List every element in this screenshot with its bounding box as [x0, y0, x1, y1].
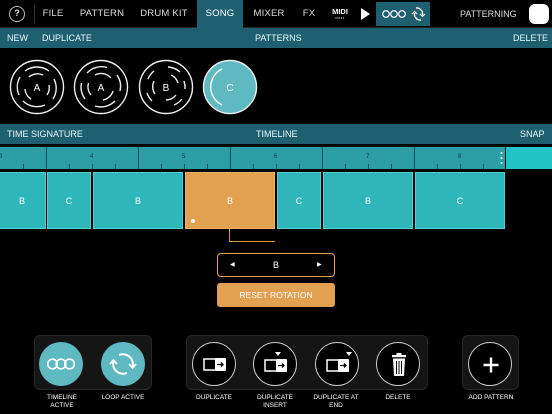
duplicate-at-end-icon	[326, 352, 352, 372]
pattern-label: C	[226, 83, 233, 94]
ruler-tick	[161, 164, 162, 169]
timeline-active-label: TIMELINE ACTIVE	[47, 394, 77, 409]
duplicate-pattern-button[interactable]: DUPLICATE	[42, 28, 92, 48]
timeline-block[interactable]: B	[93, 172, 183, 229]
duplicate-insert-icon	[264, 352, 287, 372]
ruler-tick	[92, 164, 93, 169]
ruler-tick	[184, 164, 185, 169]
add-pattern-label: ADD PATTERN	[468, 394, 514, 401]
ruler-number: 3	[0, 154, 3, 160]
duplicate-icon	[203, 358, 226, 371]
plus-icon	[483, 357, 499, 373]
timeline-block[interactable]: B	[323, 172, 413, 229]
patterns-bar: NEW DUPLICATE PATTERNS DELETE	[0, 28, 552, 48]
pattern-circle-b[interactable]: B	[138, 59, 194, 115]
rotation-marker	[191, 219, 195, 223]
ruler-tick	[276, 164, 277, 169]
timeline-block[interactable]: C	[47, 172, 91, 229]
tab-song[interactable]: SONG	[197, 0, 243, 28]
trash-icon	[392, 353, 406, 376]
new-button[interactable]: NEW	[7, 28, 28, 48]
pattern-circle-c[interactable]: C	[202, 59, 258, 115]
bar-line	[414, 147, 415, 169]
help-icon[interactable]: ?	[9, 6, 25, 22]
rotate-left-button[interactable]: ◀	[230, 254, 235, 276]
delete-label: DELETE	[385, 394, 411, 401]
time-signature-button[interactable]: TIME SIGNATURE	[7, 124, 83, 144]
timeline-icon	[46, 358, 76, 370]
block-label: B	[226, 196, 233, 206]
timeline-ruler[interactable]: 3 4 5 6 7 8	[0, 147, 505, 169]
timeline-block-selected[interactable]: B	[185, 172, 275, 229]
ruler-tick	[69, 164, 70, 169]
ruler-number: 6	[274, 154, 278, 160]
timeline-block[interactable]: B	[0, 172, 46, 229]
reset-rotation-button[interactable]: RESET ROTATION	[217, 283, 335, 307]
bar-line	[46, 147, 47, 169]
ruler-tick	[368, 164, 369, 169]
patterning-toggle[interactable]	[529, 4, 549, 24]
pattern-label: B	[163, 83, 170, 94]
bar-line	[138, 147, 139, 169]
rotation-selector: B ◀ ▶	[217, 253, 335, 277]
ruler-number: 8	[458, 154, 462, 160]
duplicate-insert-label: DUPLICATE INSERT	[257, 394, 293, 409]
duplicate-insert-button[interactable]	[253, 342, 297, 386]
duplicate-button[interactable]	[192, 342, 236, 386]
pattern-circle-a-2[interactable]: A	[73, 59, 129, 115]
patterns-title: PATTERNS	[255, 33, 302, 43]
ruler-tick	[115, 164, 116, 169]
ruler-tick	[460, 164, 461, 169]
loop-end-region[interactable]	[506, 147, 552, 169]
divider	[34, 5, 35, 23]
ruler-number: 7	[366, 154, 370, 160]
play-icon[interactable]	[361, 8, 370, 20]
pattern-label: A	[98, 83, 105, 94]
loop-icon	[109, 353, 137, 375]
delete-pattern-button[interactable]: DELETE	[513, 28, 548, 48]
timeline-bar: TIME SIGNATURE TIMELINE SNAP	[0, 124, 552, 144]
ruler-number: 4	[90, 154, 94, 160]
duplicate-at-end-button[interactable]	[315, 342, 359, 386]
rotation-connector	[229, 229, 275, 242]
pattern-label: A	[34, 83, 41, 94]
patterning-label: PATTERNING	[460, 9, 517, 19]
ruler-tick	[483, 164, 484, 169]
delete-button[interactable]	[376, 342, 420, 386]
loop-active-label: LOOP ACTIVE	[101, 394, 145, 401]
ruler-tick	[391, 164, 392, 169]
timeline-loop-mode-toggle[interactable]	[376, 2, 430, 26]
midi-sub-label: •••••	[335, 15, 345, 20]
ruler-tick	[437, 164, 438, 169]
timeline-title: TIMELINE	[256, 129, 298, 139]
duplicate-label: DUPLICATE	[196, 394, 232, 401]
duplicate-at-end-label: DUPLICATE AT END	[313, 394, 359, 409]
loop-end-handle-icon[interactable]	[500, 151, 503, 165]
snap-button[interactable]: SNAP	[520, 124, 545, 144]
rotate-right-button[interactable]: ▶	[317, 254, 322, 276]
ruler-tick	[23, 164, 24, 169]
timeline-block[interactable]: C	[277, 172, 321, 229]
ruler-tick	[253, 164, 254, 169]
add-pattern-button[interactable]	[468, 342, 512, 386]
loop-active-button[interactable]	[101, 342, 145, 386]
top-bar: ? FILE PATTERN DRUM KIT SONG MIXER FX MI…	[0, 0, 552, 28]
pattern-circle-a-1[interactable]: A	[9, 59, 65, 115]
ruler-tick	[345, 164, 346, 169]
timeline-block[interactable]: C	[415, 172, 505, 229]
tab-pattern[interactable]: PATTERN	[74, 0, 130, 28]
tab-drum-kit[interactable]: DRUM KIT	[134, 0, 194, 28]
tab-file[interactable]: FILE	[36, 0, 70, 28]
bar-line	[322, 147, 323, 169]
tab-fx[interactable]: FX	[295, 0, 323, 28]
tab-mixer[interactable]: MIXER	[247, 0, 291, 28]
midi-icon[interactable]: MIDI •••••	[330, 7, 350, 21]
ruler-number: 5	[182, 154, 186, 160]
bar-line	[230, 147, 231, 169]
ruler-tick	[207, 164, 208, 169]
timeline-loop-icons	[382, 7, 426, 21]
timeline-active-button[interactable]	[39, 342, 83, 386]
ruler-tick	[299, 164, 300, 169]
